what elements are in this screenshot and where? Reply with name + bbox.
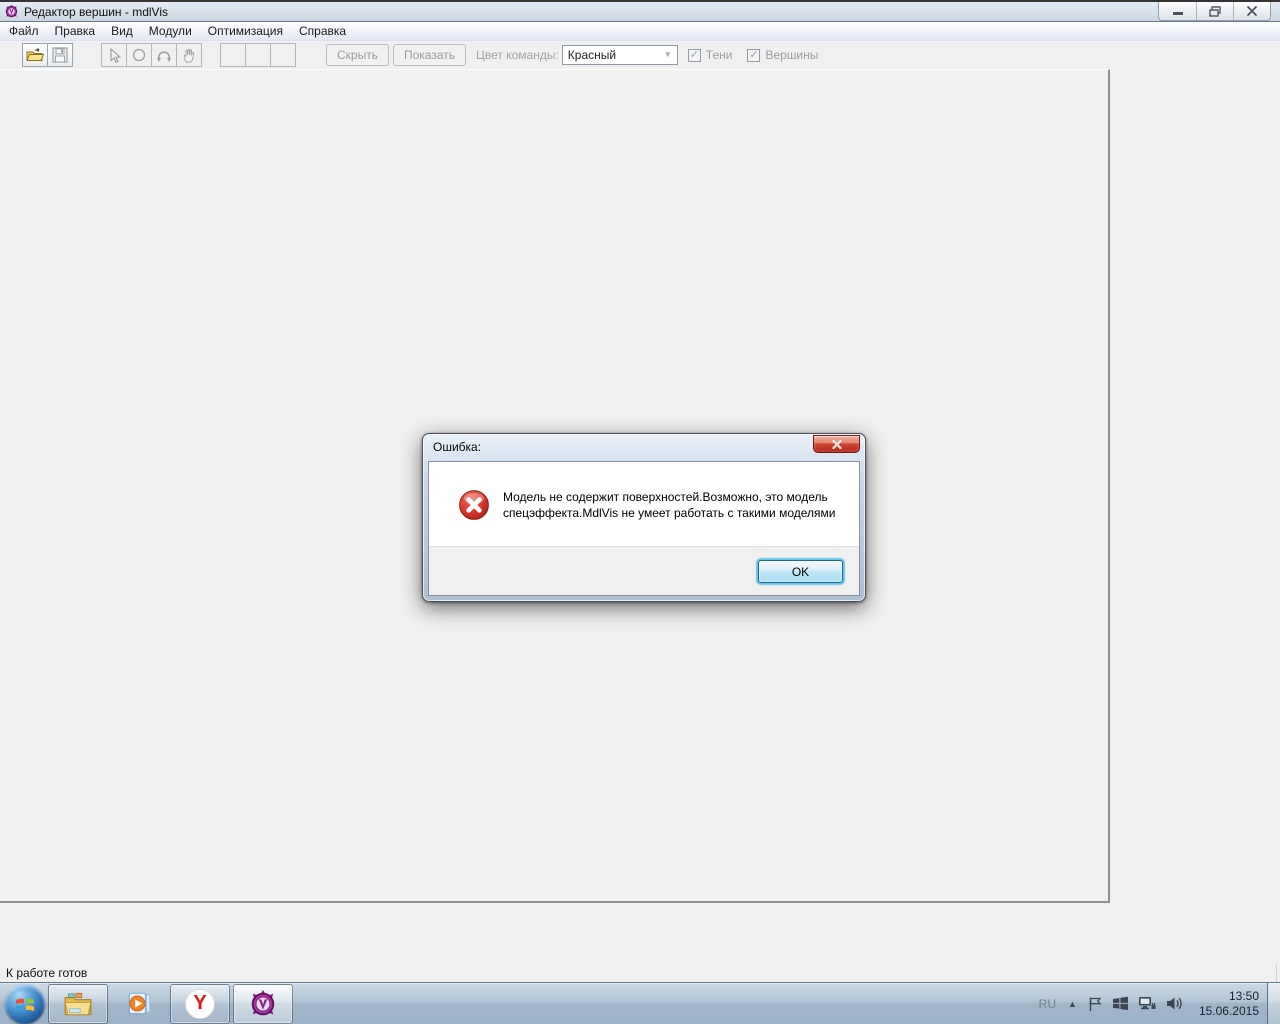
error-icon: [458, 489, 490, 521]
rotate-tool-button[interactable]: [151, 43, 177, 67]
vertices-label: Вершины: [765, 48, 819, 62]
clock-date: 15.06.2015: [1198, 1003, 1259, 1018]
error-message: Модель не содержит поверхностей.Возможно…: [503, 490, 836, 520]
empty-tool-button-2[interactable]: [245, 43, 271, 67]
titlebar: Редактор вершин - mdlVis: [0, 0, 1280, 22]
menu-modules[interactable]: Модули: [142, 22, 199, 40]
language-indicator[interactable]: RU: [1039, 997, 1056, 1011]
check-icon: ✓: [689, 48, 699, 61]
team-color-dropdown[interactable]: Красный ▼: [561, 45, 678, 65]
dialog-footer: OK: [429, 546, 859, 595]
volume-icon[interactable]: [1166, 996, 1183, 1011]
dialog-close-button[interactable]: [813, 435, 860, 453]
menu-file[interactable]: Файл: [2, 22, 46, 40]
taskbar-item-yandex-browser[interactable]: Y: [170, 983, 230, 1024]
mdlvis-logo-icon: [5, 4, 18, 18]
shadows-label: Тени: [705, 48, 733, 62]
minimize-button[interactable]: [1159, 2, 1196, 20]
empty-tool-button-3[interactable]: [270, 43, 296, 67]
taskbar-item-explorer[interactable]: [48, 983, 108, 1024]
statusbar-grip: [1276, 964, 1280, 982]
cursor-arrow-icon: [110, 47, 121, 63]
menu-optimization[interactable]: Оптимизация: [201, 22, 290, 40]
open-file-button[interactable]: [22, 43, 48, 67]
error-dialog: Ошибка: Модель не содержит поверхностей.…: [422, 433, 866, 602]
media-player-icon: [128, 992, 151, 1014]
select-tool-button[interactable]: [101, 43, 127, 67]
taskbar-item-mdlvis[interactable]: [233, 983, 293, 1024]
menu-edit[interactable]: Правка: [48, 22, 103, 40]
explorer-folder-icon: [64, 992, 92, 1015]
action-center-flag-icon[interactable]: [1088, 996, 1103, 1012]
vertices-checkbox[interactable]: ✓: [747, 48, 761, 62]
save-file-button[interactable]: [47, 43, 73, 67]
ok-button[interactable]: OK: [758, 560, 843, 583]
hand-icon: [183, 49, 195, 63]
circle-icon: [132, 48, 146, 62]
mdlvis-logo-icon: [251, 989, 275, 1015]
get-windows10-icon[interactable]: [1112, 996, 1129, 1011]
minimize-icon: [1172, 12, 1183, 15]
taskbar: Y RU ▲ 13:50 15.06.2015: [0, 982, 1280, 1024]
hidden-icons-button[interactable]: ▲: [1068, 999, 1077, 1009]
close-icon: [831, 439, 842, 449]
check-icon: ✓: [749, 48, 759, 61]
restore-icon: [1209, 5, 1221, 17]
chevron-down-icon: ▼: [663, 50, 672, 59]
circle-select-tool-button[interactable]: [126, 43, 152, 67]
start-button[interactable]: [5, 983, 45, 1024]
open-folder-icon: [26, 48, 44, 61]
hide-button[interactable]: Скрыть: [326, 44, 389, 66]
status-text: К работе готов: [6, 966, 88, 980]
team-color-label: Цвет команды:: [475, 48, 559, 62]
menubar: Файл Правка Вид Модули Оптимизация Справ…: [0, 22, 1280, 41]
team-color-value: Красный: [567, 48, 617, 62]
window-title: Редактор вершин - mdlVis: [24, 4, 168, 19]
system-tray: RU ▲ 13:50 15.06.2015: [1039, 982, 1280, 1024]
pan-tool-button[interactable]: [176, 43, 202, 67]
clock-time: 13:50: [1228, 988, 1259, 1003]
network-icon[interactable]: [1138, 996, 1157, 1011]
shadows-checkbox[interactable]: ✓: [687, 48, 701, 62]
windows-flag-icon: [16, 997, 34, 1011]
show-button[interactable]: Показать: [392, 44, 466, 66]
taskbar-item-media-player[interactable]: [111, 984, 167, 1024]
dialog-title: Ошибка:: [433, 440, 482, 454]
menu-help[interactable]: Справка: [292, 22, 353, 40]
toolbar: Скрыть Показать Цвет команды: Красный ▼ …: [0, 41, 1280, 69]
close-icon: [1247, 6, 1257, 16]
rotate-icon: [157, 50, 171, 62]
yandex-browser-icon: Y: [185, 988, 215, 1019]
show-desktop-button[interactable]: [1267, 982, 1280, 1024]
window-controls: [1158, 2, 1271, 21]
save-disk-icon: [52, 47, 68, 63]
empty-tool-button-1[interactable]: [220, 43, 246, 67]
statusbar: К работе готов: [0, 964, 1280, 982]
dialog-content: Модель не содержит поверхностей.Возможно…: [428, 461, 860, 596]
restore-button[interactable]: [1196, 2, 1233, 20]
close-button[interactable]: [1233, 2, 1270, 20]
menu-view[interactable]: Вид: [104, 22, 140, 40]
clock[interactable]: 13:50 15.06.2015: [1199, 989, 1259, 1019]
